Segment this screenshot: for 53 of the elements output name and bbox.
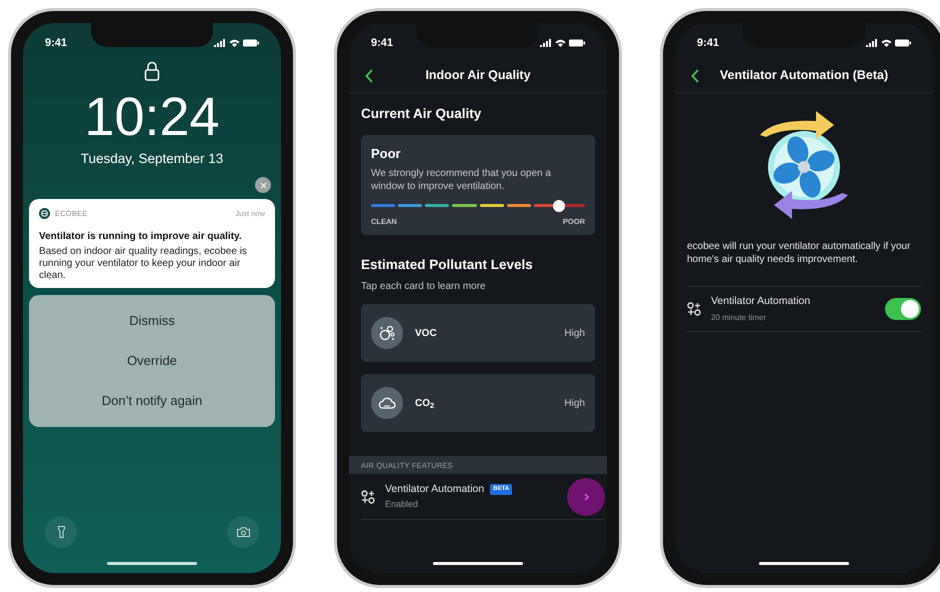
wifi-icon [881,39,892,47]
air-quality-message: We strongly recommend that you open a window to improve ventilation. [371,166,552,193]
status-time: 9:41 [45,36,68,51]
pollutant-level: High [564,326,585,341]
lock-date: Tuesday, September 13 [80,150,224,168]
cloud-icon [378,396,396,410]
back-chevron-icon [365,68,373,82]
action-menu-item[interactable]: Override [29,340,275,380]
ventilator-icon [687,302,701,316]
status-time: 9:41 [371,36,394,51]
flashlight-button[interactable] [45,516,77,548]
section-title: Estimated Pollutant Levels [360,256,534,274]
close-icon [260,182,266,189]
screen-title: Ventilator Automation (Beta) [718,67,890,84]
wifi-icon [229,39,240,47]
toggle-switch[interactable] [885,298,921,320]
pollutant-name: VOC [415,326,437,341]
camera-icon [236,527,250,537]
chevron-right-icon [584,492,588,501]
status-time: 9:41 [697,36,720,51]
lock-clock: 10:24 [84,87,220,147]
section-subtitle: Tap each card to learn more [360,280,487,294]
signal-icon [214,39,226,47]
app-logo-icon [39,208,50,220]
notification-body: Based on indoor air quality readings, ecobee is running your ventilator to keep your indoor air clean. [39,246,248,282]
section-title: Current Air Quality [360,105,482,123]
setting-name: Ventilator Automation [711,294,812,310]
back-chevron-icon [691,68,699,82]
pollutant-level: High [564,396,585,411]
ventilator-icon [361,490,375,504]
notification-title: Ventilator is running to improve air quality. [39,230,243,244]
lock-icon [144,61,160,81]
pollutant-card[interactable]: CO$_{2}$ High [361,374,595,432]
air-quality-rating: Poor [371,145,402,164]
close-button[interactable] [255,177,271,194]
feature-status: Enabled [385,498,420,512]
setting-detail: 20 minute timer [711,312,768,324]
pollutant-card[interactable]: VOC High [361,304,595,362]
battery-icon [569,39,585,47]
bubbles-icon [379,325,395,342]
action-menu-item[interactable]: Dismiss [29,300,275,340]
feature-name: Ventilator Automation [385,482,484,497]
flashlight-icon [58,526,64,538]
signal-icon [866,39,878,47]
action-menu-item[interactable]: Don’t notify again [29,380,275,420]
description-text: ecobee will run your ventilator automatically if your home's air quality needs improvement. [686,241,912,266]
screen-title: Indoor Air Quality [424,67,532,84]
wifi-icon [555,39,566,47]
battery-icon [243,39,259,47]
battery-icon [895,39,911,47]
signal-icon [540,39,552,47]
pollutant-name: CO$_{2}$ [415,396,434,411]
camera-button[interactable] [227,516,259,548]
